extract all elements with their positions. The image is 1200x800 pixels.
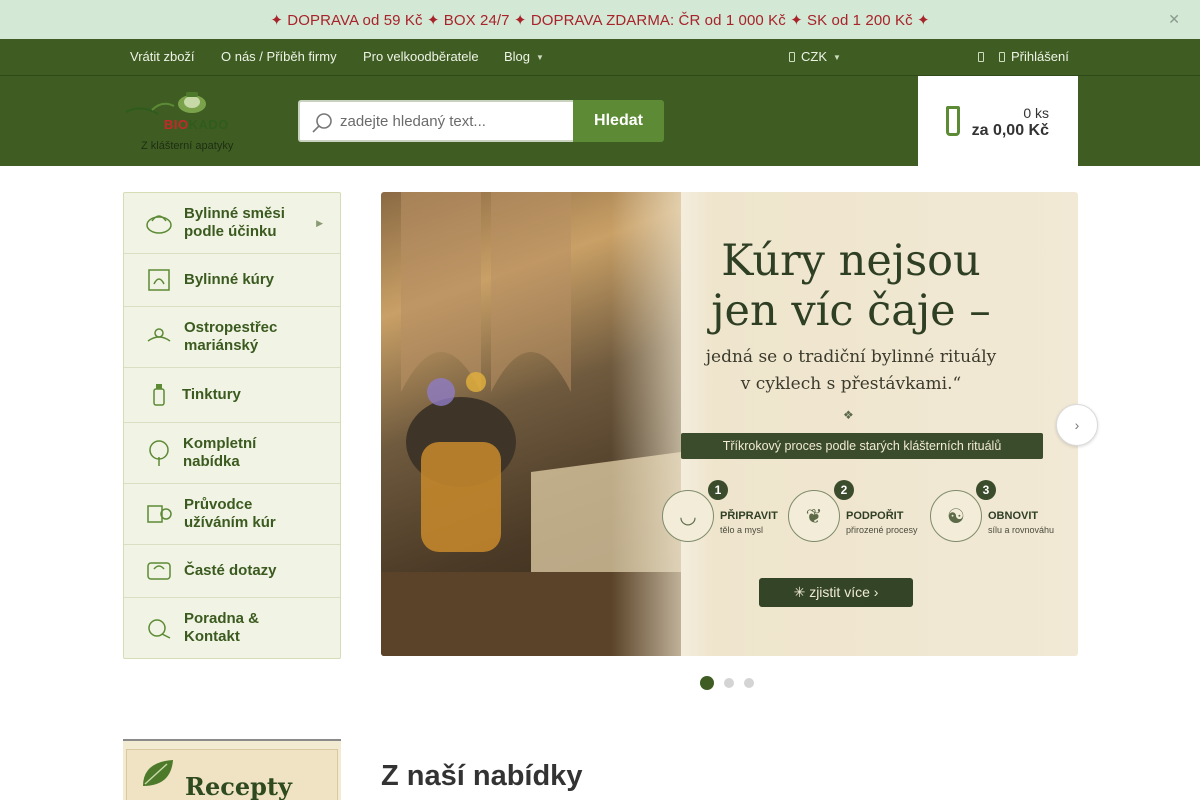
slide-banner: Tříkrokový proces podle starých kláštern… <box>681 433 1043 459</box>
ornament-icon: ❖ <box>843 408 854 422</box>
close-icon[interactable]: ✕ <box>1168 11 1180 28</box>
sidebar-item-faq[interactable]: Časté dotazy <box>124 545 340 598</box>
sidebar-item-label: Ostropestřec mariánský <box>184 319 278 354</box>
sidebar-item-label: Poradna & Kontakt <box>184 610 260 645</box>
search-input[interactable] <box>340 102 568 140</box>
search-icon <box>312 113 332 133</box>
step-title: PŘIPRAVIT <box>720 510 778 522</box>
chevron-down-icon: ▼ <box>536 53 544 63</box>
chevron-right-icon: ▶ <box>316 217 323 228</box>
recipe-card-inner: Recepty <box>126 749 338 800</box>
slider-dot[interactable] <box>724 678 734 688</box>
slider-dot[interactable] <box>744 678 754 688</box>
promo-bar: ✦ DOPRAVA od 59 Kč ✦ BOX 24/7 ✦ DOPRAVA … <box>0 0 1200 39</box>
nav-link-wholesale[interactable]: Pro velkoodběratele <box>363 49 479 64</box>
nav-link-blog-label: Blog <box>504 49 531 64</box>
sidebar-item-complete-offer[interactable]: Kompletní nabídka <box>124 423 340 484</box>
step-number: 1 <box>708 480 728 500</box>
user-icon-link[interactable] <box>978 49 990 64</box>
login-label: Přihlášení <box>1011 49 1069 64</box>
step-title: OBNOVIT <box>988 510 1039 522</box>
logo[interactable]: BIOKADO Z klášterní apatyky <box>122 90 246 156</box>
sidebar-item-label: Bylinné kúry <box>184 271 275 288</box>
step-title: PODPOŘIT <box>846 510 904 522</box>
site-header: BIOKADO Z klášterní apatyky Hledat 0 ks … <box>0 76 1200 166</box>
hero-slider[interactable]: Kúry nejsou jen víc čaje – jedná se o tr… <box>381 192 1078 656</box>
logo-text: BIOKADO <box>164 117 229 132</box>
cart-widget[interactable]: 0 ks za 0,00 Kč <box>918 76 1078 166</box>
step-description: sílu a rovnováhu <box>988 525 1055 535</box>
meditation-icon: ☯ <box>930 490 982 542</box>
chevron-down-icon: ▼ <box>833 53 841 63</box>
sidebar-item-tinctures[interactable]: Tinktury <box>124 368 340 423</box>
slider-dots <box>700 676 754 690</box>
lock-icon <box>999 52 1005 62</box>
step-description: tělo a mysl <box>720 525 764 535</box>
login-link[interactable]: Přihlášení <box>999 49 1069 64</box>
recipe-banner[interactable]: Recepty <box>123 739 341 800</box>
nav-link-about[interactable]: O nás / Příběh firmy <box>221 49 337 64</box>
herbal-cure-icon <box>148 269 170 291</box>
cart-total: za 0,00 Kč <box>971 122 1049 139</box>
search-button[interactable]: Hledat <box>573 100 664 142</box>
sidebar-item-contact[interactable]: Poradna & Kontakt <box>124 598 340 658</box>
contact-icon <box>148 619 171 639</box>
step-number: 3 <box>976 480 996 500</box>
sidebar-item-milk-thistle[interactable]: Ostropestřec mariánský <box>124 307 340 368</box>
sidebar-item-label: Kompletní nabídka <box>183 435 257 470</box>
leaf-icon <box>143 760 173 786</box>
faq-icon <box>147 562 171 580</box>
chevron-right-icon: › <box>1074 417 1080 433</box>
user-icon <box>978 52 984 62</box>
category-sidebar: Bylinné směsi podle účinku ▶ Bylinné kúr… <box>123 192 341 659</box>
sidebar-item-label: Průvodce užíváním kúr <box>184 496 276 531</box>
search-form: Hledat <box>298 100 664 142</box>
logo-subtitle: Z klášterní apatyky <box>141 140 234 152</box>
milk-thistle-icon <box>147 328 171 342</box>
sidebar-item-herb-mixes[interactable]: Bylinné směsi podle účinku ▶ <box>124 193 340 254</box>
shopping-bag-icon <box>946 106 960 136</box>
learn-more-button[interactable]: ✳ zjistit více › <box>759 578 913 607</box>
herb-mix-icon <box>146 215 172 234</box>
step-description: přirozené procesy <box>846 525 918 535</box>
guide-icon <box>147 505 172 523</box>
currency-selector[interactable]: CZK ▼ <box>789 49 841 64</box>
top-navigation: Vrátit zboží O nás / Příběh firmy Pro ve… <box>0 39 1200 76</box>
currency-icon <box>789 52 795 62</box>
herb-sprig-icon: ❦ <box>788 490 840 542</box>
nav-link-return[interactable]: Vrátit zboží <box>130 49 195 64</box>
search-box <box>298 100 573 142</box>
currency-label: CZK <box>801 49 827 64</box>
tincture-icon <box>153 384 165 406</box>
slider-next-button[interactable]: › <box>1056 404 1098 446</box>
sidebar-item-cures[interactable]: Bylinné kúry <box>124 254 340 307</box>
slide-subtitle: jedná se o tradiční bylinné rituály v cy… <box>705 347 997 394</box>
sidebar-item-label: Tinktury <box>182 386 241 403</box>
sidebar-item-label: Bylinné směsi podle účinku <box>184 205 285 240</box>
sidebar-item-label: Časté dotazy <box>184 562 277 579</box>
sidebar-item-guide[interactable]: Průvodce užíváním kúr <box>124 484 340 545</box>
slider-dot[interactable] <box>700 676 714 690</box>
promo-text: ✦ DOPRAVA od 59 Kč ✦ BOX 24/7 ✦ DOPRAVA … <box>270 11 930 29</box>
step-number: 2 <box>834 480 854 500</box>
section-heading: Z naší nabídky <box>381 760 583 792</box>
mortar-icon: ◡ <box>662 490 714 542</box>
slide-title: Kúry nejsou jen víc čaje – <box>711 236 991 336</box>
cart-count: 0 ks <box>1023 105 1049 121</box>
recipe-title: Recepty <box>185 772 292 800</box>
tree-icon <box>149 440 169 466</box>
nav-link-blog[interactable]: Blog ▼ <box>504 49 544 64</box>
